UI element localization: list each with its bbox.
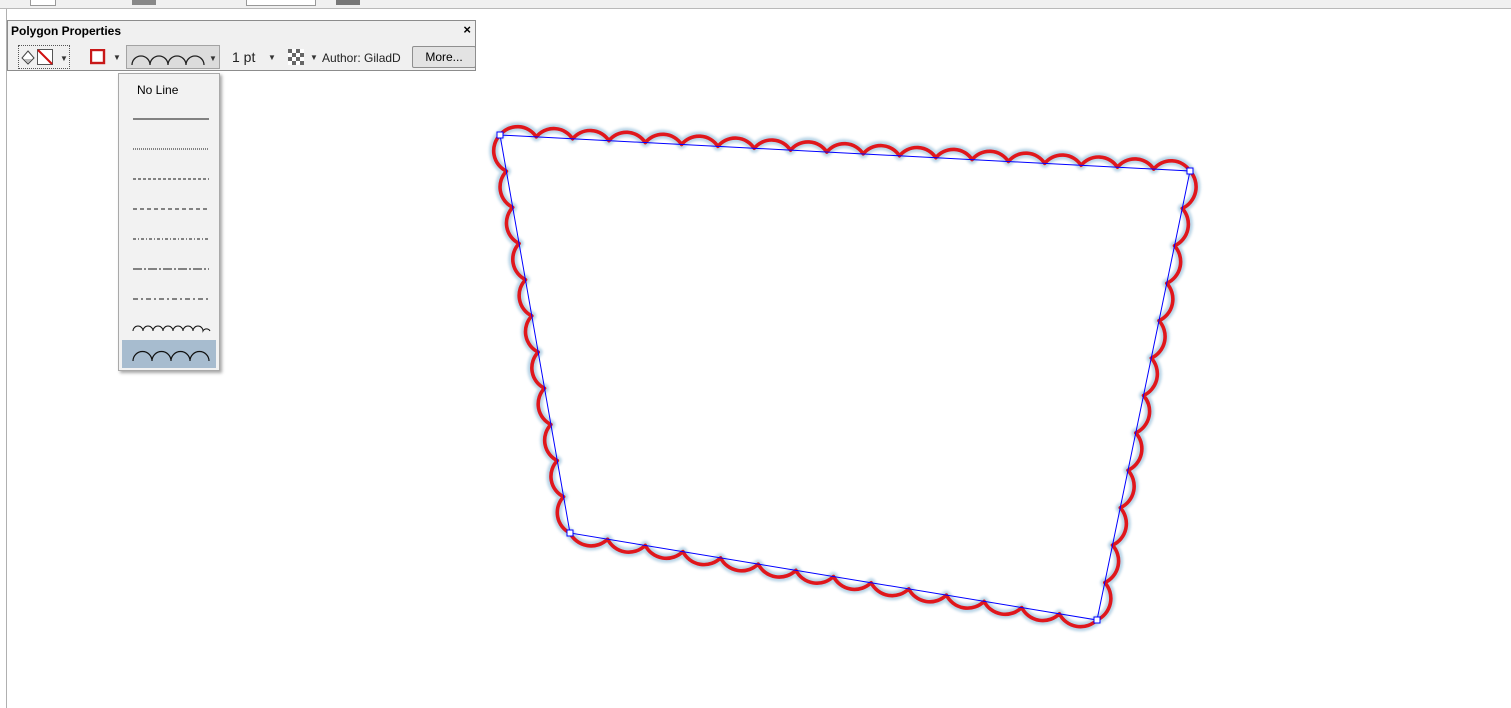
no-fill-icon: [37, 49, 53, 65]
vertex-handle[interactable]: [566, 529, 574, 537]
chevron-down-icon[interactable]: ▼: [310, 53, 318, 62]
chevron-down-icon[interactable]: ▼: [209, 54, 217, 63]
author-label: Author:: [322, 51, 361, 65]
cloudy-small-line-icon: [132, 325, 211, 333]
line-style-option-no-line[interactable]: No Line: [122, 76, 216, 104]
stroke-color-button[interactable]: ▼: [76, 45, 124, 69]
line-style-option-cloudy-small[interactable]: [122, 312, 216, 340]
line-style-option-long-dash-dot[interactable]: [122, 252, 216, 280]
dash-dot-line-icon: [133, 298, 209, 300]
line-style-option-dash-dot[interactable]: [122, 222, 216, 250]
more-button[interactable]: More...: [412, 46, 476, 68]
vertex-handle[interactable]: [496, 131, 504, 139]
line-style-option-solid[interactable]: [122, 102, 216, 130]
dashed-line-icon: [133, 208, 209, 210]
document-canvas: [489, 122, 1201, 632]
cloudy-line-icon: [131, 55, 205, 66]
line-style-option-dashed[interactable]: [122, 192, 216, 220]
toolbar-title: Polygon Properties: [11, 24, 122, 38]
paint-bucket-icon: [21, 50, 35, 65]
cloudy-large-line-icon: [132, 350, 210, 362]
dash-dot-line-icon: [133, 238, 209, 240]
line-style-option-dotted[interactable]: [122, 132, 216, 160]
line-style-option-dash-dot-dot[interactable]: [122, 282, 216, 310]
no-line-label: No Line: [137, 83, 179, 97]
vertex-handle[interactable]: [1093, 616, 1101, 624]
line-width-button[interactable]: 1 pt ▼: [228, 45, 280, 69]
opacity-button[interactable]: ▼: [286, 45, 320, 69]
checkerboard-icon: [288, 49, 304, 65]
line-style-button[interactable]: ▼: [126, 45, 220, 69]
long-dash-dot-line-icon: [133, 268, 209, 270]
chevron-down-icon[interactable]: ▼: [60, 54, 68, 63]
stroke-color-icon: [90, 49, 106, 65]
line-style-option-cloudy-large[interactable]: [122, 340, 216, 368]
author-name: GiladD: [364, 51, 401, 65]
dashed-line-icon: [133, 178, 209, 180]
dotted-line-icon: [133, 148, 209, 150]
vertex-handle[interactable]: [1186, 167, 1194, 175]
solid-line-icon: [133, 118, 209, 120]
chevron-down-icon[interactable]: ▼: [268, 53, 276, 62]
line-width-value: 1 pt: [232, 49, 256, 65]
line-style-dropdown: No Line: [118, 73, 220, 371]
fill-color-button[interactable]: ▼: [18, 45, 70, 69]
close-icon[interactable]: ×: [463, 22, 471, 37]
polygon-properties-toolbar: Polygon Properties × ▼ ▼ ▼ 1 pt ▼ ▼ Auth…: [7, 20, 476, 71]
chevron-down-icon[interactable]: ▼: [113, 53, 121, 62]
line-style-option-dashed-short[interactable]: [122, 162, 216, 190]
author-info: Author: GiladD: [322, 51, 401, 65]
